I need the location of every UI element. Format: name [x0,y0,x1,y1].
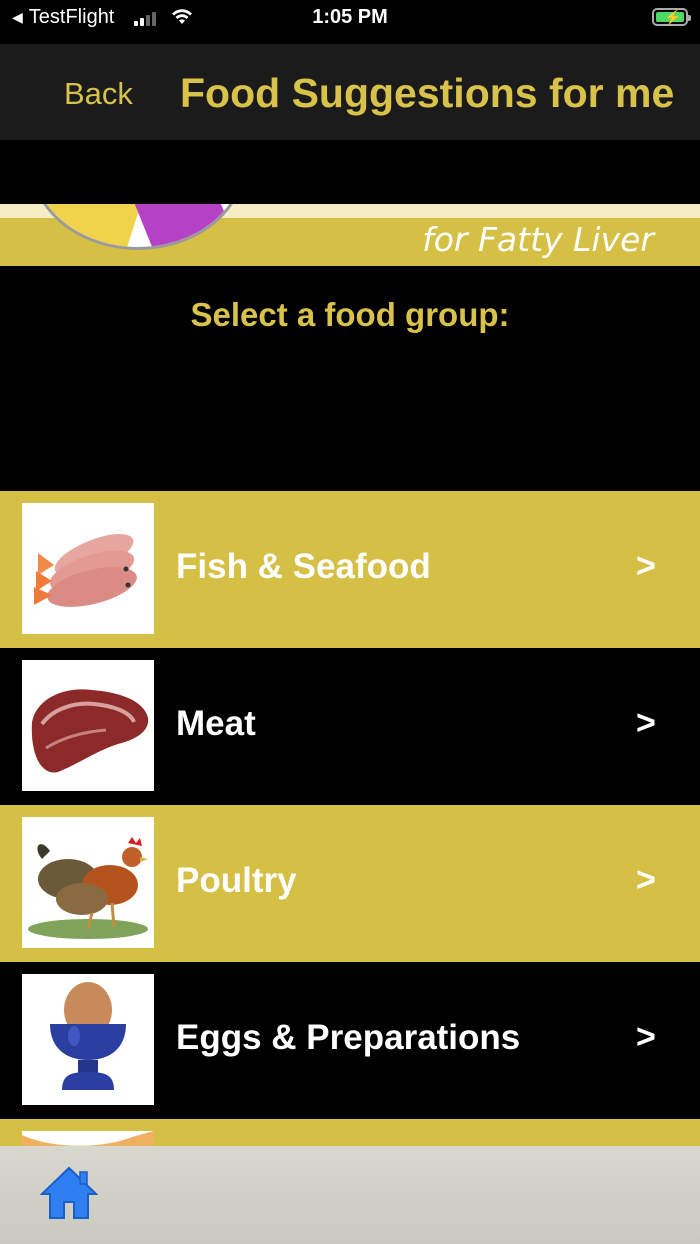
status-time: 1:05 PM [312,6,388,28]
battery-icon: ⚡ [652,8,691,26]
food-group-label: Meat [176,704,256,743]
food-group-row-meat[interactable]: Meat > [0,648,700,805]
food-group-row-eggs[interactable]: Eggs & Preparations > [0,962,700,1119]
banner-subtitle: for Fatty Liver [422,220,654,259]
food-group-label: Poultry [176,861,297,900]
food-group-row-partial[interactable] [0,1119,700,1149]
back-button[interactable]: Back [64,76,133,112]
egg-cup-image [22,974,154,1105]
chickens-image [22,817,154,948]
chevron-right-icon: > [636,1018,656,1056]
select-prompt: Select a food group: [190,296,510,333]
home-icon[interactable] [40,1164,98,1222]
food-group-row-poultry[interactable]: Poultry > [0,805,700,962]
food-group-label: Fish & Seafood [176,547,431,586]
food-group-row-fish[interactable]: Fish & Seafood > [0,491,700,648]
fish-image [22,503,154,634]
chevron-right-icon: > [636,861,656,899]
page-title: Food Suggestions for me [180,70,675,116]
app-logo [30,204,246,250]
status-bar: ◀ TestFlight 1:05 PM ⚡ [0,0,700,44]
food-group-list: Fish & Seafood > Meat > Poultry > Eggs &… [0,491,700,1149]
chevron-right-icon: > [636,547,656,585]
app-banner: for Fatty Liver [0,204,700,266]
tab-bar [0,1146,700,1244]
food-group-label: Eggs & Preparations [176,1018,521,1057]
navigation-bar: Back Food Suggestions for me [0,44,700,140]
chevron-right-icon: > [636,704,656,742]
steak-image [22,660,154,791]
